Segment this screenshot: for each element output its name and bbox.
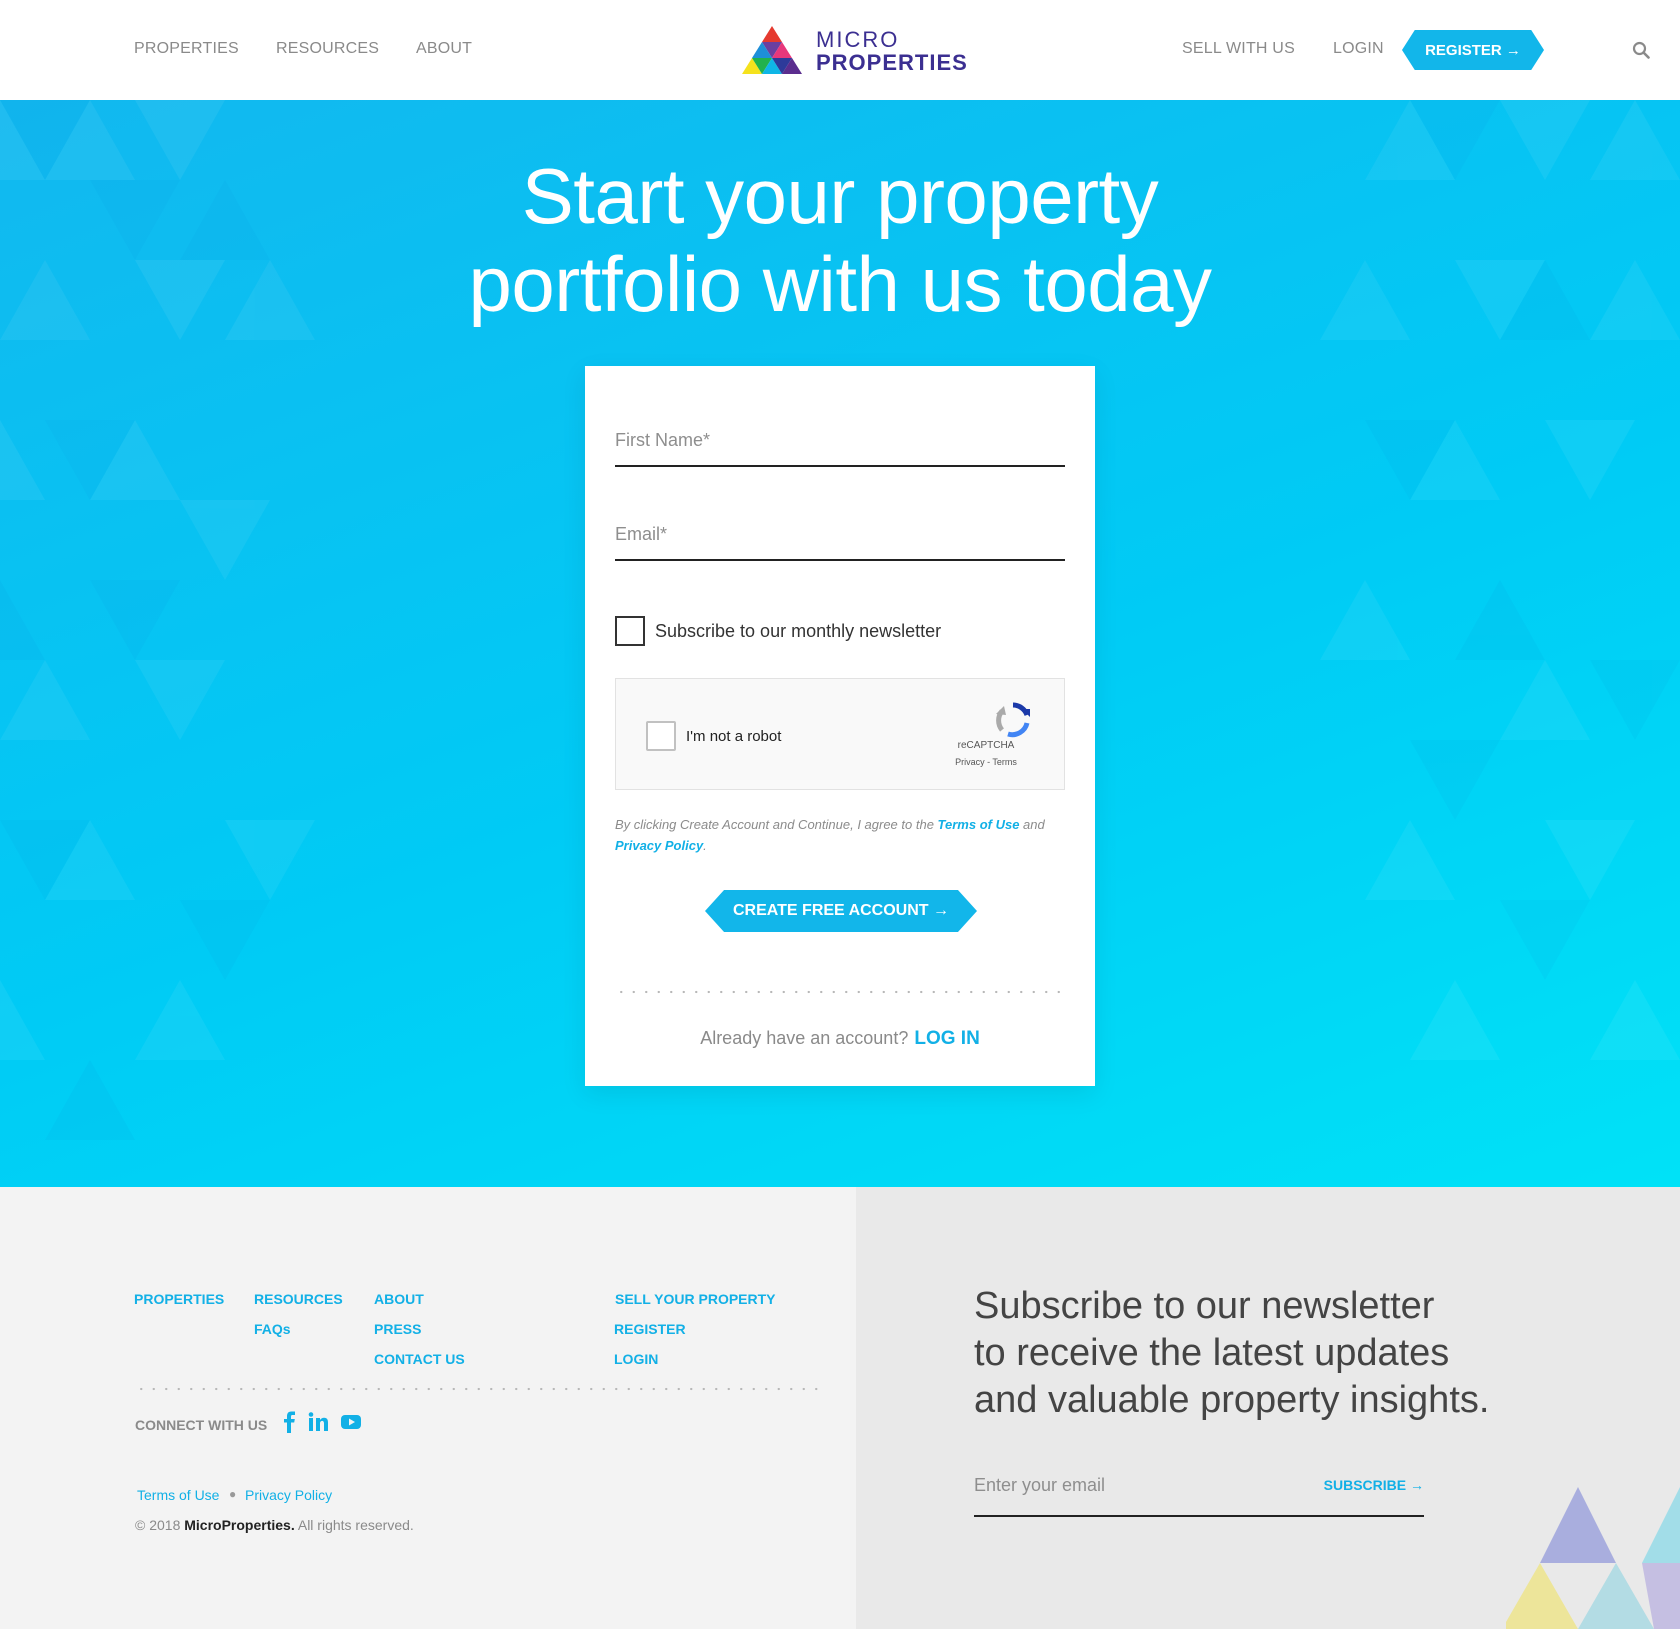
register-form-card: Subscribe to our monthly newsletter I'm … [585, 366, 1095, 1086]
footer-link-register[interactable]: REGISTER [614, 1321, 686, 1337]
nav-properties[interactable]: PROPERTIES [134, 40, 239, 58]
terms-suffix: . [703, 838, 707, 853]
terms-prefix: By clicking Create Account and Continue,… [615, 817, 938, 832]
hero-title: Start your property portfolio with us to… [340, 152, 1340, 328]
dotted-divider [615, 990, 1065, 994]
recaptcha-checkbox[interactable] [646, 721, 676, 751]
footer-link-properties[interactable]: PROPERTIES [134, 1291, 224, 1307]
youtube-icon[interactable] [340, 1411, 362, 1433]
copyright-text: © 2018 MicroProperties. All rights reser… [135, 1517, 414, 1533]
logo-mark-icon [742, 26, 802, 74]
nav-resources[interactable]: RESOURCES [276, 40, 379, 58]
site-logo[interactable]: MICRO PROPERTIES [734, 24, 967, 76]
nav-login[interactable]: LOGIN [1333, 40, 1384, 58]
recaptcha-brand: reCAPTCHA [957, 740, 1015, 751]
first-name-field [615, 430, 1065, 467]
newsletter-checkbox-label: Subscribe to our monthly newsletter [655, 620, 942, 641]
footer-dotted-divider [135, 1387, 825, 1391]
connect-with-us-label: CONNECT WITH US [135, 1417, 268, 1433]
terms-agreement-text: By clicking Create Account and Continue,… [615, 814, 1065, 856]
login-prompt-row: Already have an account? LOG IN [585, 1028, 1095, 1050]
recaptcha-logo-icon [996, 702, 1030, 738]
nav-about[interactable]: ABOUT [416, 40, 472, 58]
hero-section: Start your property portfolio with us to… [0, 100, 1680, 1187]
newsletter-checkbox[interactable] [615, 616, 645, 646]
recaptcha-widget: I'm not a robot reCAPTCHA Privacy - Term… [615, 678, 1065, 790]
log-in-link[interactable]: LOG IN [914, 1028, 979, 1049]
privacy-policy-link[interactable]: Privacy Policy [615, 838, 703, 853]
newsletter-checkbox-row[interactable]: Subscribe to our monthly newsletter [615, 616, 941, 646]
email-field [615, 524, 1065, 561]
newsletter-email-input[interactable] [974, 1475, 1314, 1496]
hero-title-line1: Start your property [521, 152, 1159, 240]
logo-text-properties: PROPERTIES [816, 50, 968, 75]
footer-link-login[interactable]: LOGIN [614, 1351, 658, 1367]
copyright-suffix: All rights reserved. [294, 1517, 414, 1533]
nav-sell-with-us[interactable]: SELL WITH US [1182, 40, 1295, 58]
recaptcha-privacy-terms[interactable]: Privacy - Terms [946, 757, 1026, 767]
newsletter-email-field: SUBSCRIBE → [974, 1475, 1424, 1517]
footer-link-about[interactable]: ABOUT [374, 1291, 424, 1307]
hero-title-line2: portfolio with us today [468, 240, 1212, 328]
linkedin-icon[interactable] [307, 1411, 329, 1433]
facebook-icon[interactable] [279, 1411, 301, 1433]
newsletter-panel: Subscribe to our newsletter to receive t… [856, 1187, 1680, 1629]
site-header: PROPERTIES RESOURCES ABOUT MICRO PROPERT… [0, 0, 1680, 100]
register-button[interactable]: REGISTER → [1402, 30, 1544, 70]
footer-link-sell-your-property[interactable]: SELL YOUR PROPERTY [615, 1291, 776, 1307]
decorative-triangles [1506, 1487, 1680, 1629]
terms-middle: and [1019, 817, 1045, 832]
email-input[interactable] [615, 524, 1065, 559]
first-name-input[interactable] [615, 430, 1065, 465]
footer-link-resources[interactable]: RESOURCES [254, 1291, 343, 1307]
footer-link-press[interactable]: PRESS [374, 1321, 421, 1337]
footer-link-contact-us[interactable]: CONTACT US [374, 1351, 465, 1367]
recaptcha-label: I'm not a robot [686, 728, 782, 745]
legal-separator-dot: ● [229, 1487, 237, 1501]
newsletter-title-line1: Subscribe to our newsletter [974, 1285, 1435, 1327]
copyright-prefix: © 2018 [135, 1517, 185, 1533]
subscribe-button[interactable]: SUBSCRIBE → [1324, 1477, 1424, 1493]
newsletter-title: Subscribe to our newsletter to receive t… [974, 1283, 1534, 1424]
footer-privacy-policy-link[interactable]: Privacy Policy [245, 1487, 332, 1503]
terms-of-use-link[interactable]: Terms of Use [938, 817, 1020, 832]
login-prompt-text: Already have an account? [700, 1028, 909, 1048]
copyright-brand: MicroProperties. [184, 1517, 295, 1533]
newsletter-title-line3: and valuable property insights. [974, 1379, 1490, 1421]
newsletter-title-line2: to receive the latest updates [974, 1332, 1450, 1374]
search-icon[interactable] [1632, 41, 1650, 59]
footer-link-faqs[interactable]: FAQs [254, 1321, 291, 1337]
create-free-account-button[interactable]: CREATE FREE ACCOUNT → [705, 890, 977, 932]
footer-terms-of-use-link[interactable]: Terms of Use [137, 1487, 219, 1503]
footer-links-panel: PROPERTIES RESOURCES FAQs ABOUT PRESS CO… [0, 1187, 856, 1629]
